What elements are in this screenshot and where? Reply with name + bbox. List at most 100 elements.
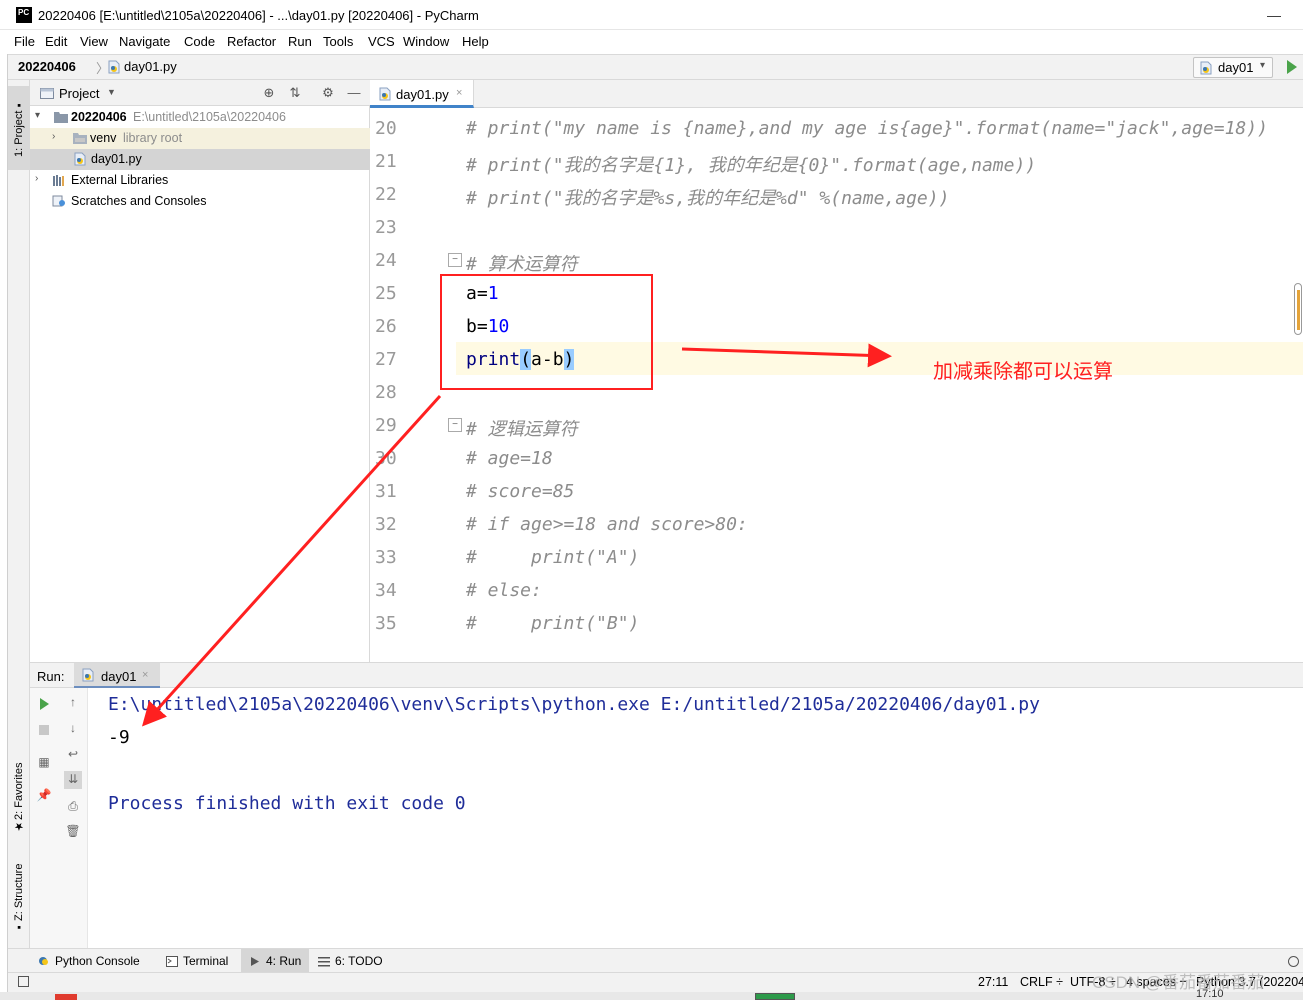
tree-item-project-root[interactable]: ▾ 20220406 E:\untitled\2105a\20220406 <box>30 107 370 128</box>
breadcrumb-file[interactable]: day01.py <box>124 59 177 74</box>
tab-python-console[interactable]: Python Console <box>38 949 140 973</box>
close-icon[interactable]: × <box>142 669 148 681</box>
tree-item-scratches[interactable]: Scratches and Consoles <box>30 191 370 212</box>
scroll-to-end-icon[interactable]: ⇊ <box>64 771 82 789</box>
arrow-down-icon[interactable]: ↓ <box>65 720 81 736</box>
run-panel-header: Run: day01 × <box>30 662 1303 689</box>
tab-label: 6: TODO <box>335 954 383 968</box>
stop-icon[interactable] <box>36 722 52 738</box>
toggle-tool-windows-icon[interactable] <box>18 976 29 987</box>
minimize-button[interactable]: — <box>1265 6 1283 24</box>
line-number: 20 <box>375 118 397 139</box>
code-line: # print("我的名字是{1}, 我的年纪是{0}".format(age,… <box>466 155 1037 176</box>
locate-icon[interactable]: ⊕ <box>261 85 277 101</box>
project-tool-tab[interactable]: 1: Project ▪ <box>8 86 30 170</box>
fold-marker-icon[interactable]: − <box>448 253 462 267</box>
gear-icon[interactable]: ⚙ <box>320 85 336 101</box>
menu-refactor[interactable]: Refactor <box>227 34 276 49</box>
event-log-button[interactable] <box>1288 949 1299 973</box>
terminal-icon <box>166 955 178 967</box>
window-title: 20220406 [E:\untitled\2105a\20220406] - … <box>38 8 479 23</box>
rerun-icon[interactable] <box>36 696 52 712</box>
line-number: 22 <box>375 184 397 205</box>
python-file-icon <box>1200 61 1212 75</box>
menu-tools[interactable]: Tools <box>323 34 353 49</box>
project-panel-title[interactable]: Project <box>59 86 99 101</box>
structure-tool-tab-label: Z: Structure <box>13 863 25 921</box>
taskbar-app-icon[interactable] <box>755 993 795 1000</box>
line-number: 35 <box>375 613 397 634</box>
code-line: # print("我的名字是%s,我的年纪是%d" %(name,age)) <box>466 188 950 209</box>
console-exit-message: Process finished with exit code 0 <box>108 793 466 814</box>
menu-window[interactable]: Window <box>403 34 449 49</box>
arrow-up-icon[interactable]: ↑ <box>65 694 81 710</box>
python-file-icon <box>74 152 86 166</box>
editor-tabs: day01.py × <box>370 80 1303 108</box>
run-toolbar: ↑ ↓ ↩ ▦ ⇊ 📌 ⎙ 🗑 <box>30 688 88 948</box>
menu-view[interactable]: View <box>80 34 108 49</box>
tree-item-venv[interactable]: › venv library root <box>30 128 370 149</box>
line-number: 32 <box>375 514 397 535</box>
code-line: # age=18 <box>466 448 553 469</box>
menu-file[interactable]: File <box>14 34 35 49</box>
run-config-selector[interactable]: day01 ▾ <box>1193 57 1273 78</box>
menu-code[interactable]: Code <box>184 34 215 49</box>
breadcrumb-project[interactable]: 20220406 <box>18 59 76 74</box>
tab-day01[interactable]: day01.py × <box>370 80 474 108</box>
favorites-tool-tab-label: 2: Favorites <box>13 762 25 821</box>
menu-vcs[interactable]: VCS <box>368 34 395 49</box>
chevron-right-icon[interactable]: › <box>35 173 38 184</box>
project-tool-tab-label: 1: Project <box>13 110 25 158</box>
code-line: # 逻辑运算符 <box>466 419 578 440</box>
run-config-label: day01 <box>1218 60 1254 75</box>
search-icon <box>1288 955 1299 967</box>
library-icon <box>53 175 64 186</box>
chevron-down-icon[interactable]: ▾ <box>35 110 40 121</box>
collapse-all-icon[interactable]: ⇅ <box>287 85 303 101</box>
tree-item-label: External Libraries <box>71 173 169 187</box>
run-tab-label: day01 <box>101 669 137 684</box>
pycharm-logo-icon: PC <box>16 7 32 23</box>
hide-panel-icon[interactable]: — <box>346 85 362 101</box>
tree-item-hint: library root <box>123 131 183 145</box>
taskbar-app-icon[interactable] <box>55 994 77 1000</box>
favorites-tool-tab[interactable]: ★ 2: Favorites <box>8 756 30 840</box>
annotation-highlight-box <box>440 274 653 390</box>
fold-marker-icon[interactable]: − <box>448 418 462 432</box>
line-number: 28 <box>375 382 397 403</box>
menu-navigate[interactable]: Navigate <box>119 34 170 49</box>
line-number: 33 <box>375 547 397 568</box>
caret-position[interactable]: 27:11 <box>978 975 1008 989</box>
tab-label: Terminal <box>183 954 229 968</box>
run-tab-day01[interactable]: day01 × <box>74 663 160 689</box>
tab-todo[interactable]: 6: TODO <box>318 949 383 973</box>
run-button[interactable] <box>1285 58 1299 76</box>
window-left-edge <box>0 30 8 1000</box>
layout-icon[interactable]: ▦ <box>36 754 52 770</box>
tree-item-day01[interactable]: day01.py <box>30 149 370 170</box>
soft-wrap-icon[interactable]: ↩ <box>65 746 81 762</box>
close-icon[interactable]: × <box>456 87 462 99</box>
run-console[interactable]: E:\untitled\2105a\20220406\venv\Scripts\… <box>88 688 1303 948</box>
menu-run[interactable]: Run <box>288 34 312 49</box>
menu-help[interactable]: Help <box>462 34 489 49</box>
trash-icon[interactable]: 🗑 <box>65 823 81 839</box>
structure-tool-tab[interactable]: ▪ Z: Structure <box>8 854 30 942</box>
menu-edit[interactable]: Edit <box>45 34 67 49</box>
tab-label: 4: Run <box>266 954 302 968</box>
folder-icon <box>40 88 54 99</box>
tree-item-external-libraries[interactable]: › External Libraries <box>30 170 370 191</box>
pin-icon[interactable]: 📌 <box>36 787 52 803</box>
tab-terminal[interactable]: Terminal <box>166 949 228 973</box>
folder-icon <box>54 112 68 123</box>
print-icon[interactable]: ⎙ <box>65 798 81 814</box>
python-file-icon <box>108 60 120 74</box>
code-line: # if age>=18 and score>80: <box>466 514 748 535</box>
chevron-right-icon[interactable]: › <box>52 131 55 142</box>
tab-run[interactable]: 4: Run <box>241 949 310 973</box>
chevron-down-icon: ▾ <box>1260 60 1266 71</box>
left-tool-strip: 1: Project ▪ ★ 2: Favorites ▪ Z: Structu… <box>8 80 30 948</box>
chevron-down-icon[interactable]: ▼ <box>107 87 116 97</box>
line-separator[interactable]: CRLF ÷ <box>1020 975 1063 989</box>
scratches-icon <box>52 195 65 207</box>
